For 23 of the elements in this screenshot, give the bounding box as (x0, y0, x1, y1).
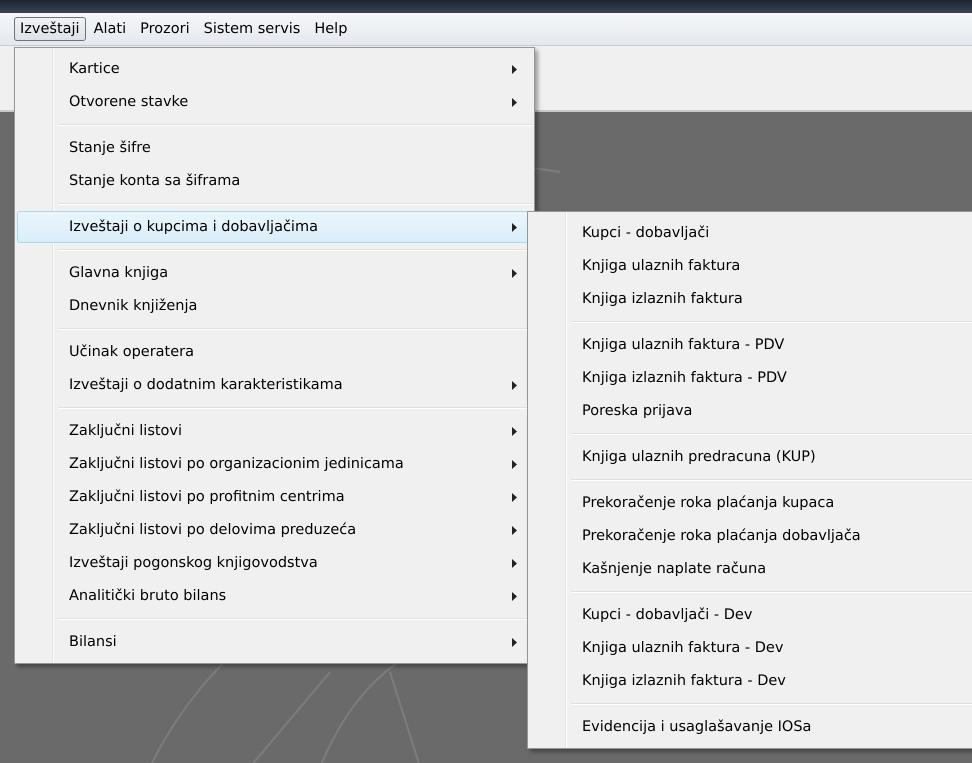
menu-item[interactable]: Stanje konta sa šiframa (17, 165, 532, 197)
menu-bar-item[interactable]: Sistem servis (198, 17, 306, 41)
menu-item[interactable]: Poreska prijava (530, 395, 972, 427)
menu-item[interactable]: Prekoračenje roka plaćanja kupaca (530, 487, 972, 519)
menu-item[interactable]: Knjiga izlaznih faktura - PDV (530, 362, 972, 394)
menu-item[interactable]: Stanje šifre (17, 132, 532, 164)
menu-item[interactable]: Knjiga ulaznih predracuna (KUP) (530, 441, 972, 473)
menu-item[interactable]: Evidencija i usaglašavanje IOSa (530, 711, 972, 743)
menu-item[interactable]: Kašnjenje naplate računa (530, 553, 972, 585)
menu-bar-item[interactable]: Izveštaji (14, 17, 86, 41)
menu-item[interactable]: Otvorene stavke (17, 86, 532, 118)
menu-item[interactable]: Knjiga ulaznih faktura (530, 250, 972, 282)
menu-item[interactable]: Knjiga izlaznih faktura (530, 283, 972, 315)
menu-item[interactable]: Prekoračenje roka plaćanja dobavljača (530, 520, 972, 552)
menu-bar-item[interactable]: Help (308, 17, 354, 41)
menu-bar-item[interactable]: Alati (88, 17, 132, 41)
menu-item[interactable]: Kupci - dobavljači - Dev (530, 599, 972, 631)
menu-item[interactable]: Knjiga ulaznih faktura - Dev (530, 632, 972, 664)
menu-item[interactable]: Kupci - dobavljači (530, 217, 972, 249)
menu-item[interactable]: Kartice (17, 53, 532, 85)
menu-bar-item[interactable]: Prozori (134, 17, 196, 41)
menu-item[interactable]: Knjiga izlaznih faktura - Dev (530, 665, 972, 697)
menu-item[interactable]: Knjiga ulaznih faktura - PDV (530, 329, 972, 361)
